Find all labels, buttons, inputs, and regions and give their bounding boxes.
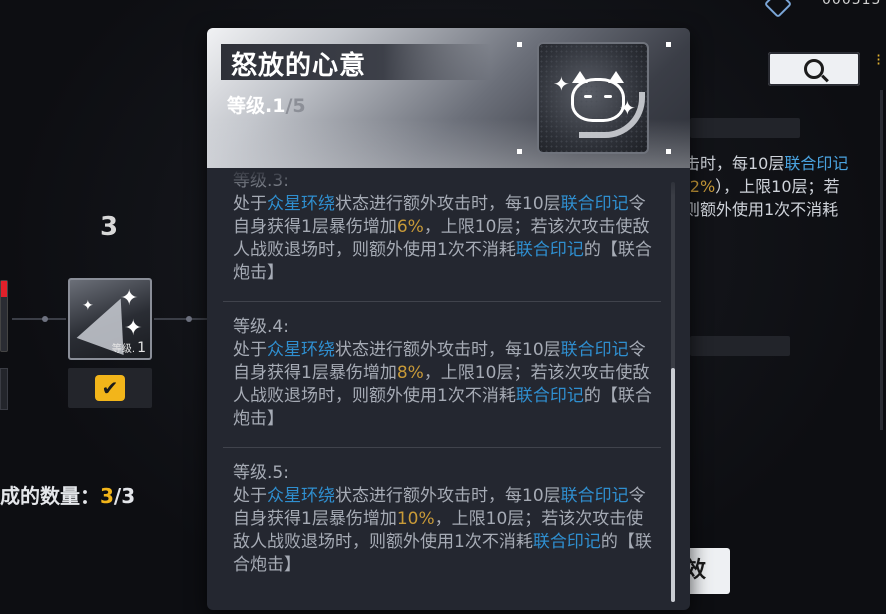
checkmark-icon: ✔ <box>95 375 125 401</box>
keyword-link[interactable]: 联合印记 <box>561 340 629 360</box>
tree-connector-right <box>154 318 208 320</box>
description-text: ），上限10层；若 <box>715 177 840 196</box>
level-entry-text: 处于众星环绕状态进行额外攻击时，每10层联合印记令自身获得1层暴伤增加6%，上限… <box>233 193 653 285</box>
completion-count: 成的数量：3/3 <box>0 484 136 508</box>
prev-node-status <box>0 368 8 410</box>
right-description-line: -2%），上限10层；若 <box>684 175 884 198</box>
right-action-button[interactable]: 效 <box>684 548 730 594</box>
divider <box>223 447 661 448</box>
keyword-link[interactable]: 众星环绕 <box>267 486 335 506</box>
value-text: 8% <box>396 363 424 383</box>
keyword-link[interactable]: 联合印记 <box>784 154 848 173</box>
skill-node[interactable]: ✦ ✦ ✦ 等级. 1 <box>68 278 152 360</box>
sparkle-icon: ✦ <box>82 298 94 314</box>
skill-icon-frame: ✦ ✦ <box>517 42 671 154</box>
right-description-line: 击时，每10层联合印记 <box>684 152 884 175</box>
keyword-link[interactable]: 联合印记 <box>533 532 601 552</box>
description-text: 状态进行额外攻击时，每10层 <box>335 340 561 360</box>
blurred-title <box>690 118 800 138</box>
currency-value: 000515 <box>822 0 882 8</box>
keyword-link[interactable]: 联合印记 <box>561 194 629 214</box>
description-text: 状态进行额外攻击时，每10层 <box>335 194 561 214</box>
description-text: 则额外使用1次不消耗 <box>684 200 839 219</box>
popup-scrollbar-thumb[interactable] <box>671 368 675 602</box>
popup-title: 怒放的心意 <box>231 51 367 81</box>
level-entry-header: 等级.5: <box>233 463 289 483</box>
frame-corner <box>517 42 522 47</box>
frame-corner <box>517 149 522 154</box>
search-button[interactable] <box>768 52 860 86</box>
corner-mark-icon: ⁝ <box>876 50 882 69</box>
description-text: 处于 <box>233 486 267 506</box>
level-entry-5: 等级.5: 处于众星环绕状态进行额外攻击时，每10层联合印记令自身获得1层暴伤增加… <box>233 462 653 577</box>
level-entry-text: 处于众星环绕状态进行额外攻击时，每10层联合印记令自身获得1层暴伤增加10%，上… <box>233 485 653 577</box>
keyword-link[interactable]: 联合印记 <box>561 486 629 506</box>
right-description: 击时，每10层联合印记 -2%），上限10层；若 则额外使用1次不消耗 <box>684 152 884 221</box>
prev-skill-node[interactable] <box>0 280 8 352</box>
level-entry-text: 处于众星环绕状态进行额外攻击时，每10层联合印记令自身获得1层暴伤增加8%，上限… <box>233 339 653 431</box>
connector-dot <box>186 316 192 322</box>
node-status: ✔ <box>68 368 152 408</box>
level-entry-4: 等级.4: 处于众星环绕状态进行额外攻击时，每10层联合印记令自身获得1层暴伤增加… <box>233 316 653 431</box>
keyword-link[interactable]: 众星环绕 <box>267 194 335 214</box>
right-scrollbar[interactable] <box>880 90 883 430</box>
popup-level: 等级.1/5 <box>227 95 306 117</box>
keyword-link[interactable]: 众星环绕 <box>267 340 335 360</box>
node-level: 等级. 1 <box>111 340 146 356</box>
magnifier-icon <box>804 59 824 79</box>
sparkle-icon: ✦ <box>124 316 143 341</box>
description-text: 处于 <box>233 194 267 214</box>
value-text: 6% <box>396 217 424 237</box>
value-text: 10% <box>396 509 435 529</box>
description-text: 状态进行额外攻击时，每10层 <box>335 486 561 506</box>
sparkle-icon: ✦ <box>120 286 139 311</box>
level-entry-header: 等级.4: <box>233 317 289 337</box>
keyword-link[interactable]: 联合印记 <box>516 240 584 260</box>
sparkle-icon: ✦ <box>619 96 636 120</box>
frame-corner <box>666 149 671 154</box>
popup-body[interactable]: 等级.3:处于众星环绕状态进行额外攻击时，每10层联合印记令自身获得1层暴伤增加… <box>207 168 690 610</box>
connector-dot <box>42 316 48 322</box>
blurred-label <box>690 336 790 356</box>
description-text: 处于 <box>233 340 267 360</box>
frame-corner <box>666 42 671 47</box>
cat-swirl-icon: ✦ ✦ <box>537 42 649 154</box>
skill-detail-popup: 怒放的心意 等级.1/5 ✦ ✦ 等级.3:处于众星环绕状态进行额外攻击时，每1… <box>207 28 690 610</box>
right-description-line: 则额外使用1次不消耗 <box>684 198 884 221</box>
tree-connector-left <box>12 318 66 320</box>
tier-number: 3 <box>100 212 120 242</box>
description-text: 击时，每10层 <box>684 154 785 173</box>
sparkle-icon: ✦ <box>553 72 570 96</box>
divider <box>223 301 661 302</box>
keyword-link[interactable]: 联合印记 <box>516 386 584 406</box>
